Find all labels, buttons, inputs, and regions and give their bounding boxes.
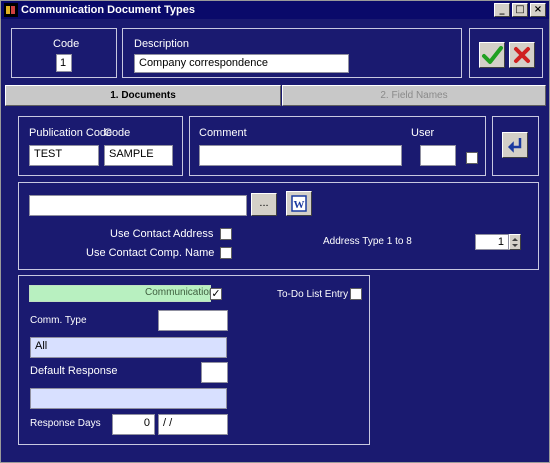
- word-icon: W: [291, 195, 307, 212]
- spinner-arrows-icon: [512, 238, 518, 247]
- title-bar[interactable]: Communication Document Types _ □ ×: [1, 1, 549, 19]
- default-response-label: Default Response: [30, 365, 118, 377]
- doc-code-label: Code: [104, 127, 131, 139]
- response-date-field[interactable]: / /: [158, 414, 228, 435]
- publication-panel: Publication Code Code TEST SAMPLE: [18, 116, 183, 176]
- code-panel: Code 1: [11, 28, 117, 78]
- document-path-field[interactable]: [29, 195, 247, 216]
- comment-field[interactable]: [199, 145, 402, 166]
- address-type-field[interactable]: 1: [475, 234, 509, 250]
- description-field[interactable]: Company correspondence: [134, 54, 349, 73]
- use-contact-address-checkbox[interactable]: [220, 228, 232, 240]
- todo-list-entry-label: To-Do List Entry: [277, 289, 349, 300]
- close-button[interactable]: ×: [530, 3, 546, 17]
- word-button[interactable]: W: [286, 191, 312, 216]
- document-options-panel: ... W Use Contact Address Use Contact Co…: [18, 182, 539, 270]
- user-checkbox[interactable]: [466, 152, 478, 164]
- default-response-description: [30, 388, 227, 409]
- address-type-spinner[interactable]: [509, 234, 521, 250]
- communication-checkbox[interactable]: ✓: [210, 288, 222, 300]
- browse-button[interactable]: ...: [251, 193, 277, 216]
- browse-label: ...: [259, 197, 269, 209]
- todo-list-entry-checkbox[interactable]: [350, 288, 362, 300]
- comm-type-description: All: [30, 337, 227, 358]
- svg-text:W: W: [294, 199, 305, 211]
- description-label: Description: [134, 38, 190, 50]
- comm-type-label: Comm. Type: [30, 315, 87, 326]
- comm-type-field[interactable]: [158, 310, 228, 331]
- minimize-button[interactable]: _: [494, 3, 510, 17]
- use-contact-comp-name-label: Use Contact Comp. Name: [86, 247, 215, 259]
- tab-documents[interactable]: 1. Documents: [5, 85, 281, 106]
- address-type-label: Address Type 1 to 8: [323, 236, 412, 247]
- enter-button[interactable]: [502, 132, 528, 158]
- user-field[interactable]: [420, 145, 456, 166]
- code-field[interactable]: 1: [56, 54, 72, 72]
- x-icon: [514, 47, 530, 63]
- enter-arrow-icon: [507, 138, 522, 153]
- code-label: Code: [53, 38, 80, 50]
- publication-code-field[interactable]: TEST: [29, 145, 99, 166]
- response-days-field[interactable]: 0: [112, 414, 155, 435]
- communication-field[interactable]: Communication: [29, 285, 211, 302]
- description-panel: Description Company correspondence: [122, 28, 462, 78]
- communication-panel: Communication ✓ To-Do List Entry Comm. T…: [18, 275, 370, 445]
- tab-field-names[interactable]: 2. Field Names: [282, 85, 546, 106]
- checkmark-icon: [482, 46, 503, 64]
- action-panel: [469, 28, 543, 78]
- maximize-button[interactable]: □: [512, 3, 528, 17]
- cancel-button[interactable]: [509, 42, 535, 68]
- user-label: User: [411, 127, 435, 139]
- comment-label: Comment: [199, 127, 247, 139]
- doc-code-field[interactable]: SAMPLE: [104, 145, 173, 166]
- response-days-label: Response Days: [30, 418, 101, 429]
- publication-code-label: Publication Code: [29, 127, 113, 139]
- comment-panel: Comment User: [189, 116, 486, 176]
- window-title: Communication Document Types: [21, 4, 195, 16]
- use-contact-comp-name-checkbox[interactable]: [220, 247, 232, 259]
- enter-panel: [492, 116, 539, 176]
- main-window: Communication Document Types _ □ × Code …: [0, 0, 550, 463]
- default-response-field[interactable]: [201, 362, 228, 383]
- app-icon: [4, 3, 18, 17]
- ok-button[interactable]: [479, 42, 505, 68]
- communication-label: Communication: [145, 287, 211, 298]
- use-contact-address-label: Use Contact Address: [110, 228, 214, 240]
